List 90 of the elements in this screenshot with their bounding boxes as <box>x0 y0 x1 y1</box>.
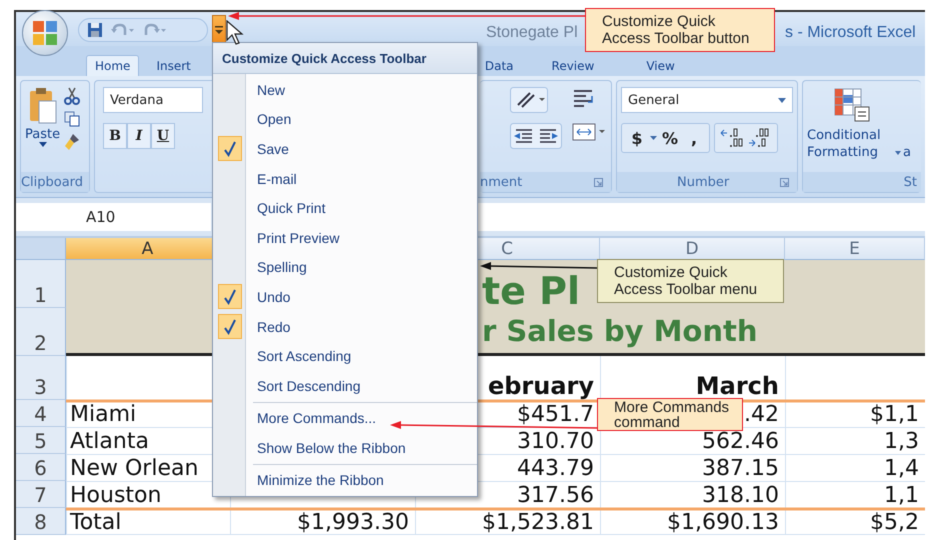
conditional-formatting-icon[interactable] <box>833 87 871 123</box>
group-label: nment <box>480 174 522 190</box>
column-header[interactable]: D <box>600 238 785 260</box>
row-header[interactable]: 7 <box>16 481 66 508</box>
orientation-icon[interactable] <box>510 87 548 113</box>
cell-value: 562.46 <box>702 429 779 454</box>
merge-cells-icon[interactable] <box>572 121 606 143</box>
cell-value: 443.79 <box>517 456 594 481</box>
name-box[interactable]: A10 <box>16 203 211 231</box>
row-header[interactable]: 3 <box>16 356 66 400</box>
menu-item[interactable]: Show Below the Ribbon <box>213 432 477 463</box>
group-label: Number <box>677 174 730 190</box>
increase-decimal-icon[interactable] <box>719 127 746 149</box>
menu-item[interactable]: Quick Print <box>213 193 477 223</box>
menu-item[interactable]: Sort Descending <box>213 370 477 401</box>
font-style-button[interactable]: I <box>127 123 151 149</box>
cell-value: 1,4 <box>884 456 919 481</box>
sheet-subtitle: r Sales by Month <box>482 313 758 350</box>
sheet-title: te Pl <box>482 272 580 311</box>
cell-value: 387.15 <box>702 456 779 481</box>
window-title: Stonegate Pl <box>486 24 579 42</box>
menu-title: Customize Quick Access Toolbar <box>213 43 477 74</box>
callout-tooltip: More Commands command <box>597 398 743 431</box>
cell-value: 1,1 <box>884 483 919 508</box>
cell-value: 310.70 <box>517 429 594 454</box>
cell-value: $451.7 <box>517 402 594 427</box>
paste-button[interactable]: Paste <box>25 87 60 172</box>
office-logo-icon <box>32 20 58 46</box>
caret-icon <box>778 98 786 102</box>
menu-item[interactable]: Open <box>213 104 477 134</box>
cell-value: $1,690.13 <box>667 510 779 535</box>
group-label: Clipboard <box>20 174 84 190</box>
cell-value: $1,523.81 <box>482 510 594 535</box>
ribbon-tab[interactable]: Home <box>86 55 140 76</box>
menu-item[interactable]: E-mail <box>213 164 477 194</box>
cell-value: ebruary <box>488 372 594 400</box>
column-header[interactable]: E <box>785 238 925 260</box>
callout-tooltip: Customize Quick Access Toolbar button <box>585 8 775 52</box>
number-format-button[interactable]: $ <box>626 125 648 151</box>
callout-tooltip: Customize Quick Access Toolbar menu <box>597 259 784 303</box>
cell-value: Miami <box>70 402 136 427</box>
row-header[interactable]: 5 <box>16 427 66 454</box>
caret-icon <box>895 151 901 155</box>
cell-value: 318.10 <box>702 483 779 508</box>
ribbon-tab[interactable]: Data <box>476 55 523 76</box>
font-style-button[interactable]: B <box>103 123 127 149</box>
number-format-button[interactable]: , <box>683 125 706 151</box>
cell-value: 317.56 <box>517 483 594 508</box>
caret-icon[interactable] <box>650 136 657 140</box>
row-header[interactable]: 6 <box>16 454 66 481</box>
conditional-formatting-button[interactable]: Conditional Formatting <box>807 127 893 161</box>
save-icon[interactable] <box>87 22 103 38</box>
cell-value: $1,1 <box>870 402 919 427</box>
ribbon-tab[interactable]: View <box>637 55 684 76</box>
indent-icon[interactable] <box>510 123 562 149</box>
cell-value: New Orlean <box>70 456 198 481</box>
menu-item[interactable]: Sort Ascending <box>213 341 477 371</box>
menu-item[interactable]: More Commands... <box>213 403 477 433</box>
menu-item[interactable]: Minimize the Ribbon <box>213 465 477 495</box>
menu-item[interactable]: Undo <box>213 282 477 312</box>
scissors-icon[interactable] <box>64 87 80 105</box>
cell-value: $1,993.30 <box>297 510 409 535</box>
window-title: s - Microsoft Excel <box>785 24 916 42</box>
paintbrush-icon[interactable] <box>64 133 80 151</box>
font-name-field[interactable]: Verdana <box>103 87 203 113</box>
menu-item[interactable]: Redo <box>213 312 477 342</box>
customize-toolbar-button[interactable] <box>212 15 226 45</box>
number-format-button[interactable]: % <box>659 125 682 151</box>
copy-icon[interactable] <box>64 111 80 127</box>
ribbon-tab[interactable]: Insert <box>147 55 200 76</box>
caret-icon <box>38 142 47 147</box>
cell-value: Atlanta <box>70 429 149 454</box>
row-header[interactable]: 2 <box>16 308 66 356</box>
ribbon-tab[interactable]: Review <box>542 55 604 76</box>
dropdown-caret-icon <box>215 26 223 34</box>
font-style-button[interactable]: U <box>151 123 175 149</box>
cell-value: March <box>696 372 779 400</box>
menu-item[interactable]: New <box>213 75 477 105</box>
number-format-dropdown[interactable]: General <box>621 87 793 113</box>
cell-value: Houston <box>70 483 162 508</box>
row-header[interactable]: 4 <box>16 400 66 427</box>
cell-value: 1,3 <box>884 429 919 454</box>
ribbon-button-label[interactable]: a <box>903 144 911 161</box>
row-header[interactable]: 1 <box>16 260 66 308</box>
group-label: St <box>904 174 917 190</box>
menu-item[interactable]: Save <box>213 134 477 164</box>
cell-value: Total <box>70 510 122 535</box>
cell-value: .42 <box>744 402 779 427</box>
row-header[interactable]: 8 <box>16 508 66 535</box>
cell-value: $5,2 <box>870 510 919 535</box>
